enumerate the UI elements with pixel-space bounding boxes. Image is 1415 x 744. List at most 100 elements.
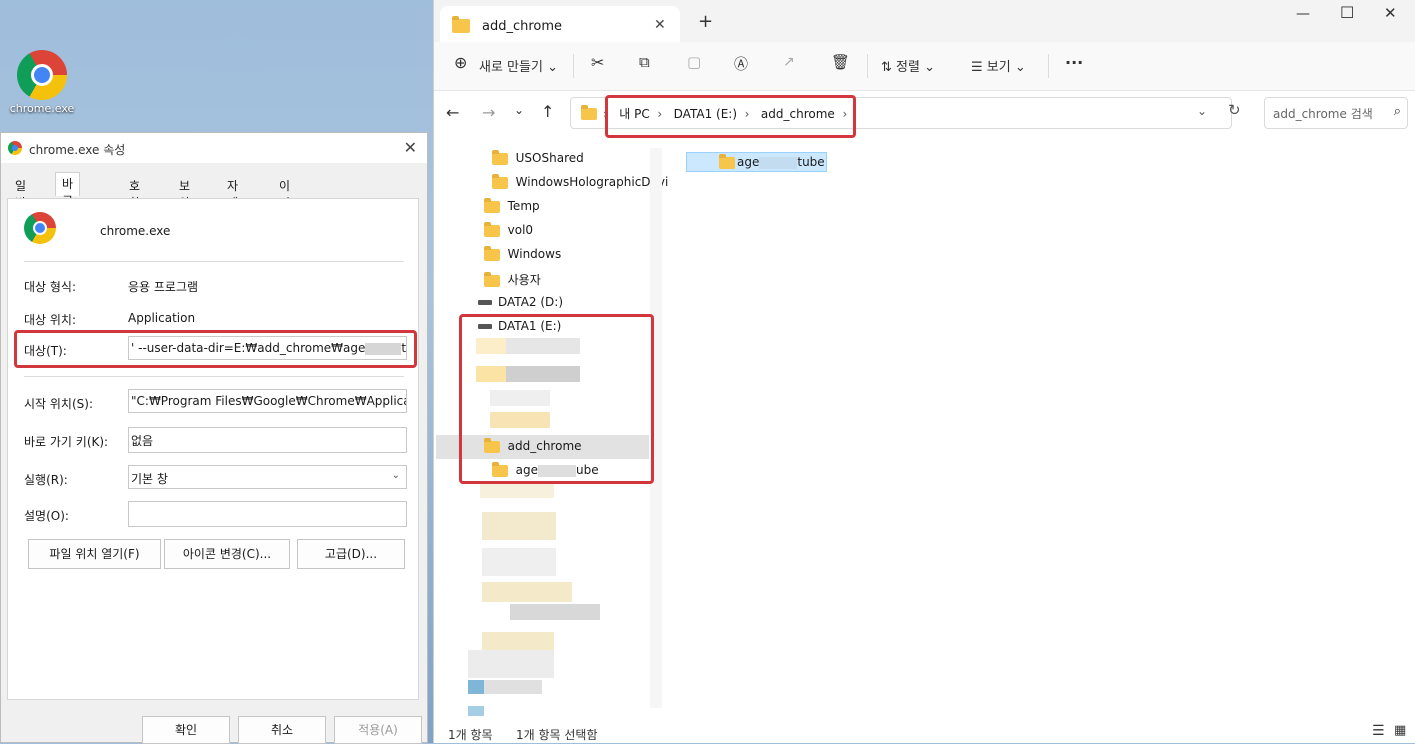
redacted-block bbox=[480, 484, 554, 498]
redacted-block bbox=[759, 156, 798, 169]
divider bbox=[1048, 54, 1049, 78]
tree-item-data2[interactable]: DATA2 (D:) bbox=[478, 295, 563, 309]
tree-label: Windows bbox=[507, 247, 562, 261]
paste-icon[interactable]: ▢ bbox=[687, 53, 701, 71]
redacted-block bbox=[482, 582, 572, 602]
run-select[interactable]: 기본 창 ⌄ bbox=[128, 465, 407, 489]
view-label: 보기 bbox=[986, 60, 1011, 75]
advanced-button[interactable]: 고급(D)... bbox=[297, 539, 405, 569]
new-tab-button[interactable]: + bbox=[698, 11, 713, 32]
new-button[interactable]: 새로 만들기 ⌄ bbox=[479, 56, 558, 75]
shortcut-panel: chrome.exe 대상 형식: 응용 프로그램 대상 위치: Applica… bbox=[7, 198, 419, 700]
tree-label: vol0 bbox=[507, 223, 534, 237]
view-button[interactable]: ☰ 보기 ⌄ bbox=[971, 56, 1026, 75]
target-location-value: Application bbox=[128, 311, 196, 325]
back-arrow-icon[interactable]: ← bbox=[446, 103, 459, 122]
search-icon: ⌕ bbox=[1393, 104, 1401, 119]
search-input[interactable]: add_chrome 검색 ⌕ bbox=[1264, 97, 1408, 129]
share-icon[interactable]: ↗ bbox=[783, 54, 795, 70]
redacted-block bbox=[468, 706, 484, 716]
file-item-prefix: age bbox=[737, 155, 760, 169]
plus-circle-icon: ⊕ bbox=[454, 53, 468, 72]
file-item-age-tube[interactable]: age tube bbox=[686, 152, 827, 172]
address-chevron-icon[interactable]: ⌄ bbox=[1197, 104, 1207, 118]
redacted-block bbox=[510, 604, 600, 620]
comment-field[interactable] bbox=[128, 501, 407, 527]
close-window-button[interactable]: ✕ bbox=[1384, 4, 1397, 22]
open-file-location-button[interactable]: 파일 위치 열기(F) bbox=[28, 539, 161, 569]
target-type-label: 대상 형식: bbox=[24, 280, 77, 294]
folder-icon bbox=[484, 245, 500, 261]
cut-icon[interactable]: ✂ bbox=[591, 53, 604, 72]
cancel-button[interactable]: 취소 bbox=[238, 716, 326, 744]
tree-item-windows[interactable]: Windows bbox=[484, 245, 562, 261]
redacted-block bbox=[482, 548, 556, 576]
hotkey-field[interactable]: 없음 bbox=[128, 427, 407, 453]
details-view-icon[interactable]: ☰ bbox=[1372, 723, 1385, 739]
close-icon[interactable]: ✕ bbox=[404, 138, 417, 157]
chrome-icon bbox=[17, 50, 67, 100]
search-placeholder: add_chrome 검색 bbox=[1273, 107, 1373, 121]
status-bar: 1개 항목 1개 항목 선택함 ☰ ▦ bbox=[434, 718, 1415, 743]
tab-compatibility[interactable]: 호환성 bbox=[123, 175, 146, 227]
desktop-chrome-shortcut[interactable]: chrome.exe bbox=[6, 50, 78, 115]
folder-icon bbox=[581, 105, 597, 120]
tree-item-temp[interactable]: Temp bbox=[484, 197, 540, 213]
tab-general[interactable]: 일반 bbox=[9, 175, 32, 210]
tab-shortcut[interactable]: 바로 가기 bbox=[55, 172, 81, 242]
redacted-block bbox=[482, 512, 556, 540]
forward-arrow-icon[interactable]: → bbox=[482, 103, 495, 122]
sort-label: 정렬 bbox=[896, 60, 920, 75]
folder-icon bbox=[484, 221, 500, 237]
ok-button[interactable]: 확인 bbox=[142, 716, 230, 744]
tab-security[interactable]: 보안 bbox=[173, 175, 196, 210]
target-highlight bbox=[14, 330, 417, 368]
maximize-button[interactable]: ☐ bbox=[1340, 3, 1354, 22]
folder-icon bbox=[484, 271, 500, 287]
breadcrumb-highlight bbox=[605, 95, 856, 138]
divider bbox=[867, 54, 868, 78]
sort-button[interactable]: ⇅ 정렬 ⌄ bbox=[881, 56, 935, 75]
address-row: ← → ⌄ ↑ › 내 PC › DATA1 (E:) › add_chrome… bbox=[434, 91, 1415, 143]
tree-label: WindowsHolographicDevi bbox=[515, 175, 669, 189]
run-label: 실행(R): bbox=[24, 473, 68, 487]
tree-item-usoshared[interactable]: USOShared bbox=[492, 149, 584, 165]
minimize-button[interactable]: — bbox=[1296, 6, 1310, 22]
tab-close-icon[interactable]: ✕ bbox=[654, 17, 666, 33]
folder-icon bbox=[492, 149, 508, 165]
folder-icon bbox=[452, 16, 470, 33]
rename-icon[interactable]: Ⓐ bbox=[734, 54, 748, 74]
recent-chevron-icon[interactable]: ⌄ bbox=[514, 103, 524, 117]
divider bbox=[24, 261, 404, 262]
tree-item-users[interactable]: 사용자 bbox=[484, 271, 541, 288]
copy-icon[interactable]: ⧉ bbox=[639, 53, 650, 71]
tab-previous-versions[interactable]: 이전 버전 bbox=[273, 175, 296, 244]
delete-icon[interactable]: 🗑 bbox=[831, 53, 850, 71]
apply-button[interactable]: 적용(A) bbox=[334, 716, 422, 744]
redacted-block bbox=[468, 650, 554, 678]
refresh-icon[interactable]: ↻ bbox=[1228, 101, 1241, 119]
divider bbox=[573, 54, 574, 78]
target-location-label: 대상 위치: bbox=[24, 313, 77, 327]
run-select-value: 기본 창 bbox=[131, 472, 168, 486]
explorer-tab[interactable]: add_chrome ✕ bbox=[440, 6, 680, 42]
redacted-block bbox=[482, 632, 554, 650]
tab-details[interactable]: 자세히 bbox=[221, 175, 244, 227]
explorer-titlebar: add_chrome ✕ + — ☐ ✕ bbox=[434, 0, 1415, 42]
item-count: 1개 항목 bbox=[448, 728, 493, 742]
tree-item-holographic[interactable]: WindowsHolographicDevi bbox=[492, 173, 669, 189]
tiles-view-icon[interactable]: ▦ bbox=[1394, 723, 1406, 738]
explorer-toolbar: ⊕ 새로 만들기 ⌄ ✂ ⧉ ▢ Ⓐ ↗ 🗑 ⇅ 정렬 ⌄ ☰ 보기 ⌄ ··· bbox=[434, 42, 1415, 91]
up-arrow-icon[interactable]: ↑ bbox=[541, 102, 554, 121]
properties-dialog: chrome.exe 속성 ✕ 일반 바로 가기 호환성 보안 자세히 이전 버… bbox=[0, 132, 428, 744]
start-in-label: 시작 위치(S): bbox=[24, 397, 93, 411]
change-icon-button[interactable]: 아이콘 변경(C)... bbox=[164, 539, 290, 569]
app-name: chrome.exe bbox=[100, 224, 171, 238]
selection-count: 1개 항목 선택함 bbox=[516, 728, 598, 742]
more-options-button[interactable]: ··· bbox=[1065, 53, 1083, 72]
tree-label: 사용자 bbox=[507, 273, 541, 287]
app-icon bbox=[24, 212, 56, 244]
start-in-field[interactable]: "C:₩Program Files₩Google₩Chrome₩Applicat… bbox=[128, 389, 407, 413]
tree-item-vol0[interactable]: vol0 bbox=[484, 221, 534, 237]
divider bbox=[24, 376, 404, 377]
